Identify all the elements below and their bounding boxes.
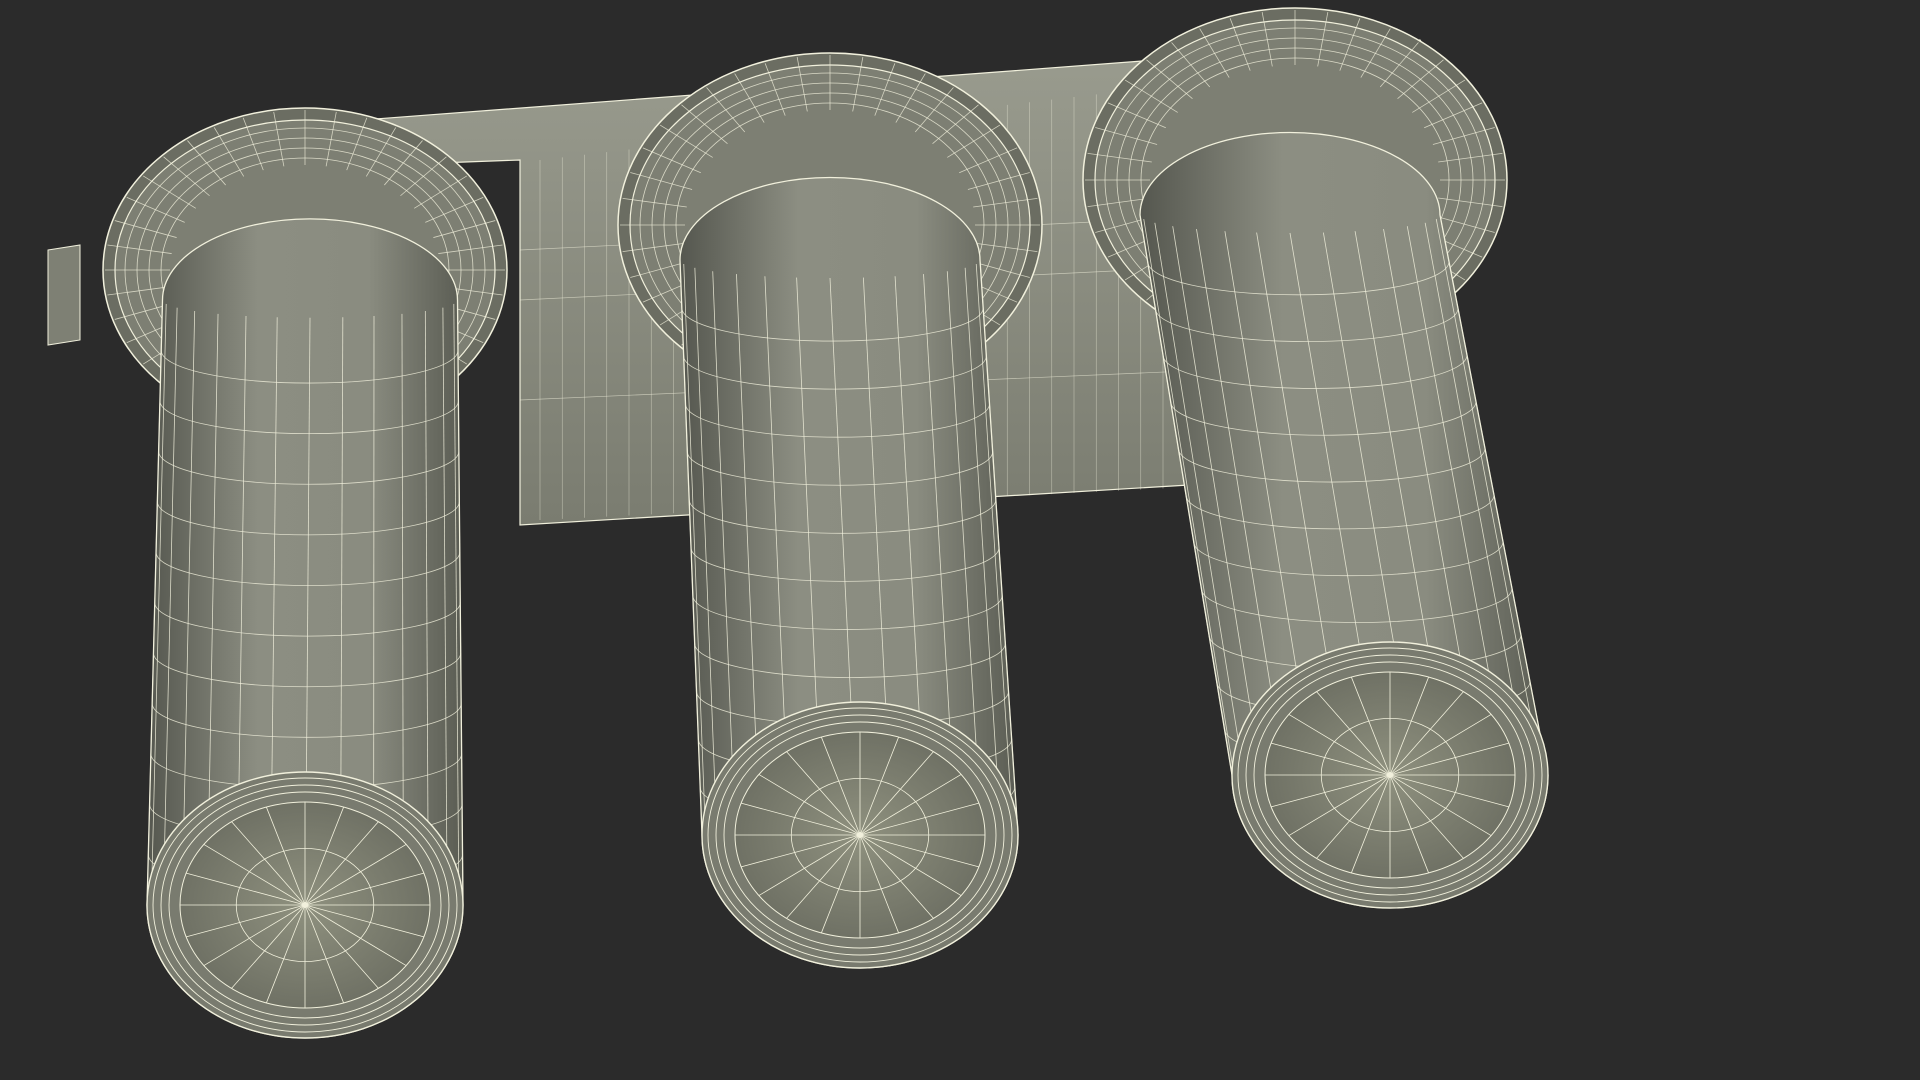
filter-housing-1: [102, 107, 508, 1039]
filter-end-cap: [1231, 641, 1549, 909]
filter-end-cap: [146, 771, 464, 1039]
filter-end-cap: [701, 701, 1019, 969]
wireframe-render: [0, 0, 1920, 1080]
